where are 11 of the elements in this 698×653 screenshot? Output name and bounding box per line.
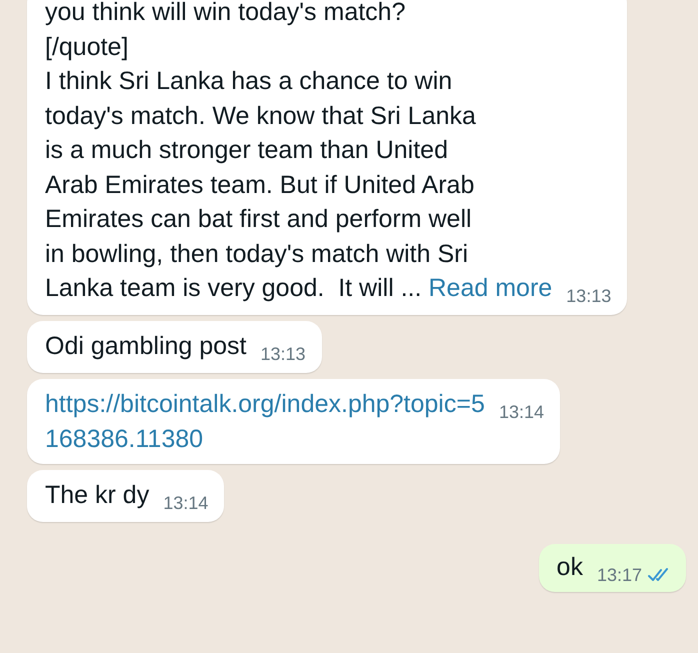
message-time: 13:13: [260, 343, 306, 365]
message-time: 13:14: [163, 492, 208, 514]
message-time: 13:14: [499, 401, 544, 423]
message-text: The kr dy: [45, 481, 150, 509]
message-text: ok: [556, 553, 583, 581]
message-time: 13:13: [566, 285, 612, 307]
message-text: you think will win today's match? [/quote] I think Sri Lanka has a chance to win today's match. We know that Sri Lanka is a much stronger team than United Arab Emirates team. But if United Arab Emirates can bat first and perform well in bowling, then today's match with Sri Lanka team is very good. It will ... Read more: [45, 0, 552, 302]
read-more-link[interactable]: Read more: [428, 274, 552, 302]
message-time: 13:17: [596, 564, 642, 586]
message-link[interactable]: https://bitcointalk.org/index.php?topic=5168386.11380: [45, 387, 485, 456]
message-text: Odi gambling post: [45, 332, 247, 360]
